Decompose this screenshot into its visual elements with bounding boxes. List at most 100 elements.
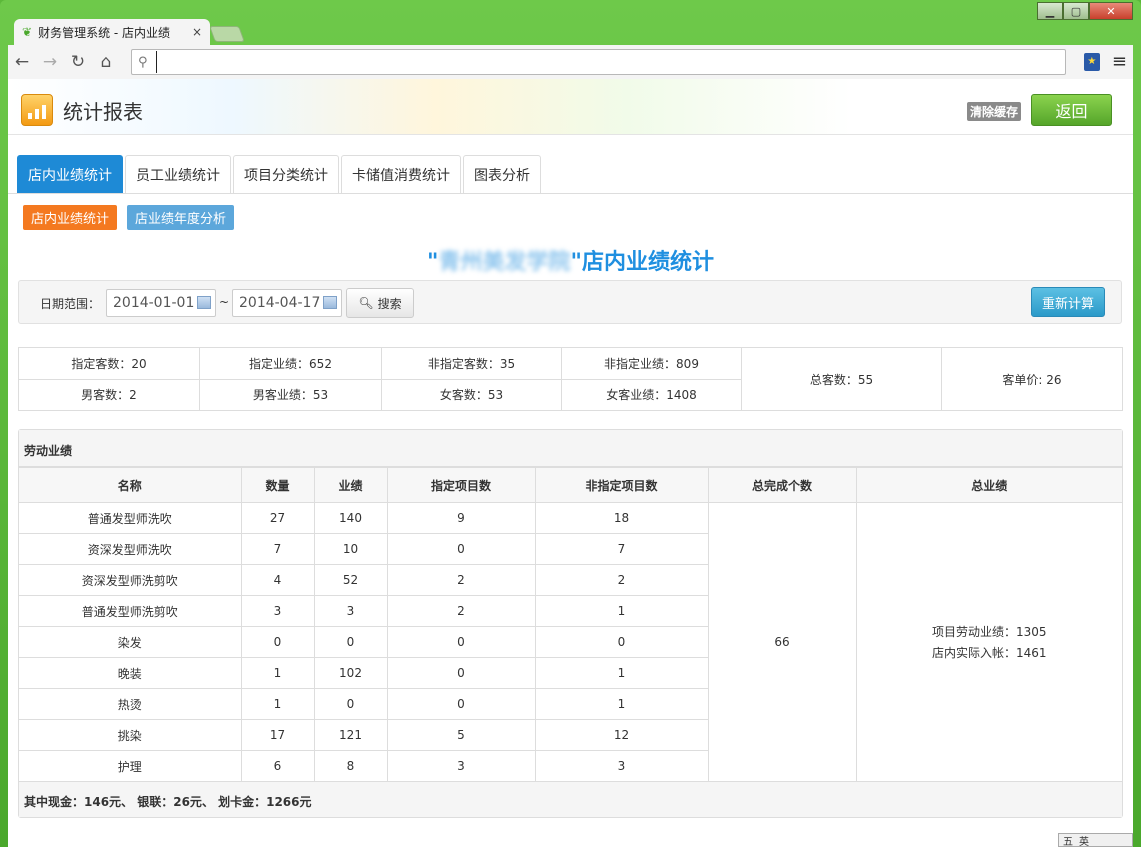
- summary-cell: 指定业绩：652: [199, 347, 382, 380]
- table-cell: 0: [386, 657, 536, 689]
- end-date-input[interactable]: 2014-04-17: [232, 289, 342, 317]
- summary-cell: 指定客数：20: [18, 347, 200, 380]
- table-cell: 晚装: [19, 657, 242, 689]
- report-title-suffix: 店内业绩统计: [581, 250, 714, 275]
- report-title-quote-open: ": [427, 250, 439, 275]
- tab-card-stats[interactable]: 卡储值消费统计: [341, 155, 461, 194]
- column-header: 非指定项目数: [534, 467, 709, 503]
- table-cell: 3: [386, 750, 536, 782]
- browser-window: ▁ ▢ ✕ ❦ 财务管理系统 - 店内业绩 × ← → ↻ ⌂ ⚲ ★ ≡ 统计…: [0, 0, 1141, 847]
- forward-arrow-icon[interactable]: →: [36, 48, 64, 76]
- tab-category-stats[interactable]: 项目分类统计: [233, 155, 339, 194]
- table-row: 普通发型师洗吹 27 140 9 18 66 项目劳动业绩：1305 店内实际入帐：1461: [19, 502, 1122, 782]
- address-bar[interactable]: ⚲: [131, 49, 1066, 75]
- maximize-button[interactable]: ▢: [1063, 2, 1089, 20]
- total-customers: 总客数：55: [741, 347, 942, 411]
- recalculate-button[interactable]: 重新计算: [1031, 287, 1105, 317]
- end-date-value: 2014-04-17: [239, 295, 321, 311]
- summary-cell: 女客业绩：1408: [561, 378, 742, 411]
- table-cell: 2: [534, 564, 708, 596]
- table-cell: 0: [313, 626, 388, 658]
- table-cell: 0: [313, 688, 388, 720]
- payment-breakdown: 其中现金：146元、 银联：26元、 划卡金：1266元: [19, 782, 1122, 817]
- actual-income-total: 店内实际入帐：1461: [931, 646, 1047, 660]
- bookmark-star-icon[interactable]: ★: [1083, 52, 1100, 71]
- store-name: 青州美发学院: [438, 250, 571, 275]
- table-cell: 3: [313, 595, 388, 627]
- table-cell: 护理: [19, 750, 242, 782]
- summary-cell: 女客数：53: [381, 378, 562, 411]
- sub-tabs: 店内业绩统计 店业绩年度分析: [23, 205, 235, 230]
- summary-cell: 男客业绩：53: [199, 378, 382, 411]
- table-cell: 9: [386, 502, 536, 534]
- table-cell: 6: [240, 750, 315, 782]
- search-button[interactable]: 🔍︎ 搜索: [346, 288, 414, 318]
- back-button[interactable]: 返回: [1031, 94, 1112, 126]
- page-header: 统计报表 清除缓存 返回: [8, 79, 1133, 135]
- table-cell: 27: [240, 502, 315, 534]
- table-cell: 121: [313, 719, 388, 751]
- labor-section-title: 劳动业绩: [19, 430, 1122, 467]
- table-cell: 4: [240, 564, 315, 596]
- reload-icon[interactable]: ↻: [64, 48, 92, 76]
- total-completed-count: 66: [707, 502, 857, 782]
- home-icon[interactable]: ⌂: [92, 48, 120, 76]
- table-cell: 3: [240, 595, 315, 627]
- column-header: 名称: [19, 467, 242, 503]
- table-cell: 0: [386, 533, 536, 565]
- labor-performance-panel: 劳动业绩 名称 数量 业绩 指定项目数 非指定项目数 总完成个数 总业绩 普通发…: [18, 429, 1123, 818]
- table-cell: 资深发型师洗吹: [19, 533, 242, 565]
- chart-logo-icon: [21, 94, 53, 126]
- ime-lang-label: 英: [1079, 836, 1089, 847]
- calendar-icon[interactable]: [323, 296, 337, 309]
- ime-indicator[interactable]: 五 英: [1058, 833, 1133, 847]
- table-cell: 18: [534, 502, 709, 534]
- calendar-icon[interactable]: [197, 296, 211, 309]
- table-cell: 2: [386, 564, 536, 596]
- browser-toolbar: ← → ↻ ⌂ ⚲ ★ ≡: [8, 45, 1133, 79]
- tab-close-icon[interactable]: ×: [192, 25, 202, 39]
- menu-icon[interactable]: ≡: [1112, 51, 1127, 72]
- table-cell: 普通发型师洗吹: [19, 502, 242, 534]
- table-cell: 1: [534, 595, 708, 627]
- search-icon: ⚲: [138, 54, 148, 70]
- tab-staff-performance[interactable]: 员工业绩统计: [125, 155, 231, 194]
- table-cell: 10: [313, 533, 388, 565]
- minimize-button[interactable]: ▁: [1037, 2, 1063, 20]
- table-cell: 资深发型师洗剪吹: [19, 564, 242, 596]
- search-button-label: 搜索: [377, 296, 402, 311]
- table-cell: 5: [386, 719, 536, 751]
- clear-cache-button[interactable]: 清除缓存: [966, 102, 1021, 121]
- leaf-favicon-icon: ❦: [22, 25, 33, 39]
- subtab-store-performance[interactable]: 店内业绩统计: [23, 205, 118, 230]
- summary-cell: 男客数：2: [18, 378, 200, 411]
- ime-mode-label: 五: [1063, 836, 1073, 847]
- address-input[interactable]: [156, 51, 1065, 73]
- date-filter-bar: 日期范围： 2014-01-01 ~ 2014-04-17 🔍︎ 搜索 重新计算: [18, 280, 1122, 324]
- table-cell: 7: [240, 533, 315, 565]
- browser-tab[interactable]: ❦ 财务管理系统 - 店内业绩 ×: [14, 19, 210, 45]
- new-tab-button[interactable]: [209, 26, 245, 42]
- subtab-annual-analysis[interactable]: 店业绩年度分析: [127, 205, 235, 230]
- main-tabs: 店内业绩统计 员工业绩统计 项目分类统计 卡储值消费统计 图表分析: [17, 155, 541, 194]
- close-window-button[interactable]: ✕: [1089, 2, 1133, 20]
- table-cell: 0: [386, 626, 536, 658]
- column-header: 业绩: [313, 467, 388, 503]
- unit-price: 客单价: 26: [941, 347, 1123, 411]
- tab-chart-analysis[interactable]: 图表分析: [463, 155, 541, 194]
- page-title: 统计报表: [63, 100, 143, 124]
- table-cell: 3: [534, 750, 708, 782]
- back-arrow-icon[interactable]: ←: [8, 48, 36, 76]
- summary-cell: 非指定客数：35: [381, 347, 562, 380]
- summary-cell: 非指定业绩：809: [561, 347, 742, 380]
- tab-store-performance[interactable]: 店内业绩统计: [17, 155, 123, 194]
- labor-performance-total: 项目劳动业绩：1305: [931, 625, 1047, 639]
- column-header: 总业绩: [855, 467, 1122, 503]
- start-date-input[interactable]: 2014-01-01: [106, 289, 216, 317]
- tab-title: 财务管理系统 - 店内业绩: [38, 25, 171, 40]
- table-cell: 8: [313, 750, 388, 782]
- magnifier-icon: 🔍︎: [358, 296, 374, 310]
- table-cell: 12: [534, 719, 708, 751]
- window-controls: ▁ ▢ ✕: [1037, 2, 1133, 20]
- table-cell: 挑染: [19, 719, 242, 751]
